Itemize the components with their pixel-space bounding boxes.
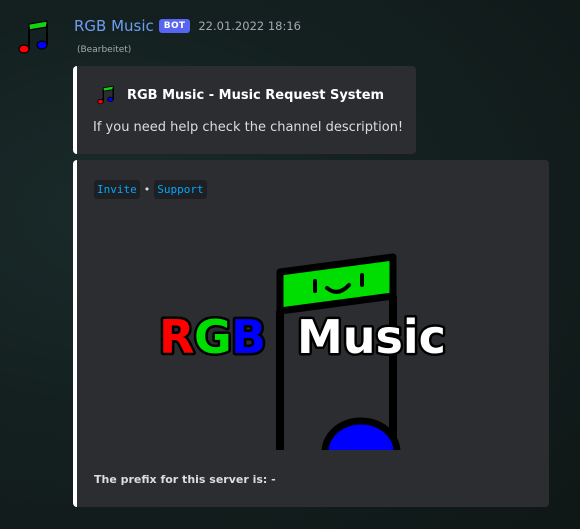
music-note-logo-icon	[18, 20, 48, 54]
note-beam	[276, 253, 397, 315]
message-timestamp[interactable]: 22.01.2022 18:16	[198, 19, 301, 33]
support-link[interactable]: Support	[154, 180, 207, 199]
embed-links: Invite • Support	[94, 180, 207, 199]
link-separator: •	[143, 183, 151, 196]
message-header: RGB Music BOT 22.01.2022 18:16	[74, 15, 301, 37]
prefix-info: The prefix for this server is: -	[94, 473, 276, 486]
bot-badge: BOT	[158, 19, 191, 33]
bot-avatar[interactable]	[14, 17, 54, 57]
banner-word-music: Music	[297, 310, 446, 364]
banner-letter-g: G	[194, 310, 232, 364]
embed-banner: Invite • Support R G B Music The prefix …	[73, 160, 549, 507]
username[interactable]: RGB Music	[74, 17, 154, 35]
banner-letter-r: R	[159, 310, 194, 364]
music-note-author-icon	[97, 85, 114, 105]
note-head-blue	[321, 417, 401, 450]
rgb-music-banner-image[interactable]: R G B Music	[155, 235, 471, 450]
embed-author-name: RGB Music - Music Request System	[127, 87, 385, 103]
embed-author: RGB Music - Music Request System	[95, 84, 384, 106]
edited-label: (Bearbeitet)	[77, 45, 132, 55]
invite-link[interactable]: Invite	[94, 180, 140, 199]
embed-request-system: RGB Music - Music Request System If you …	[73, 66, 416, 154]
banner-letter-b: B	[231, 310, 266, 364]
embed-description: If you need help check the channel descr…	[93, 120, 404, 135]
